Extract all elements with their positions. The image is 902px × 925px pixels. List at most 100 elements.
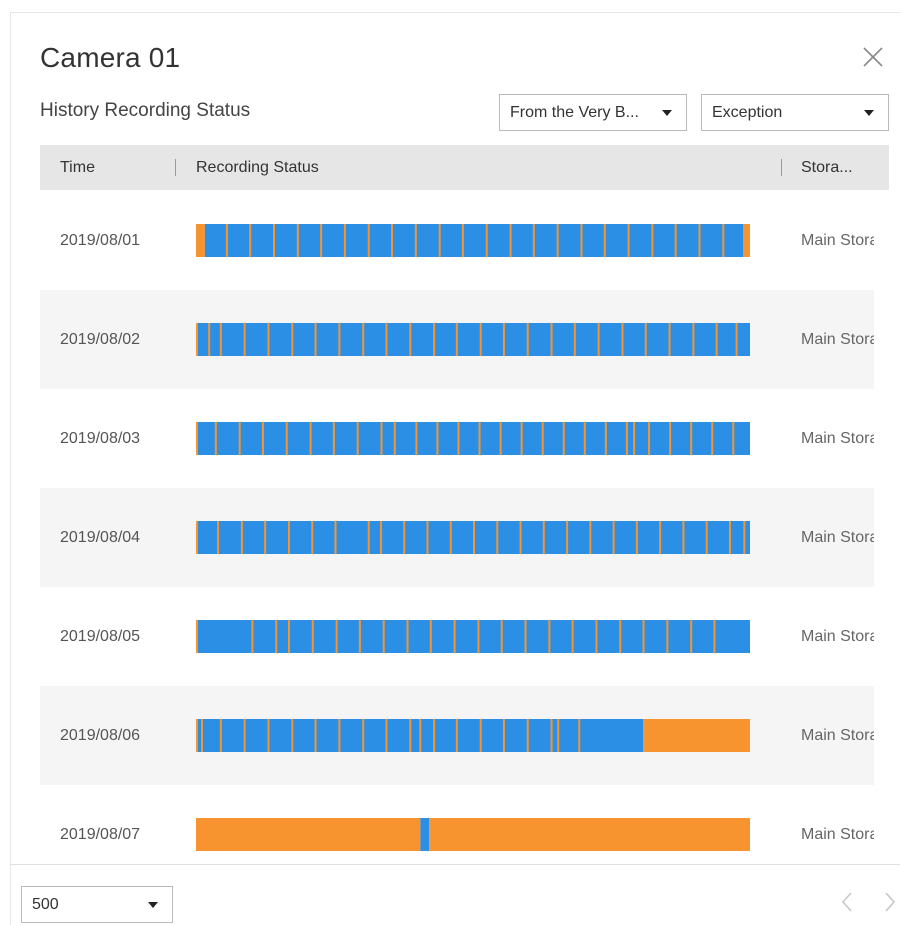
exception-marker — [415, 422, 418, 455]
exception-marker — [722, 224, 725, 257]
exception-segment — [196, 224, 205, 257]
exception-marker — [335, 620, 338, 653]
recording-timeline-bar[interactable] — [196, 422, 750, 455]
exception-marker — [496, 521, 499, 554]
row-date: 2019/08/04 — [60, 529, 141, 546]
exception-marker — [358, 620, 361, 653]
row-date: 2019/08/05 — [60, 628, 141, 645]
column-header-time[interactable]: Time — [60, 145, 95, 190]
exception-marker — [267, 719, 270, 752]
row-storage: Main Storage — [801, 430, 874, 447]
recording-timeline-bar[interactable] — [196, 818, 750, 851]
exception-marker — [414, 224, 417, 257]
row-date: 2019/08/03 — [60, 430, 141, 447]
table-row[interactable]: 2019/08/04 Main Storage — [40, 488, 874, 587]
row-storage: Main Storage — [801, 232, 874, 249]
column-header-recording-status[interactable]: Recording Status — [196, 145, 319, 190]
exception-marker — [449, 521, 452, 554]
exception-marker — [668, 323, 671, 356]
exception-marker — [562, 422, 565, 455]
exception-marker — [343, 224, 346, 257]
exception-marker — [196, 323, 198, 356]
exception-marker — [566, 521, 569, 554]
exception-marker — [502, 323, 505, 356]
row-storage: Main Storage — [801, 826, 874, 843]
exception-marker — [524, 620, 527, 653]
page-size-dropdown[interactable]: 500 — [21, 886, 173, 923]
exception-marker — [264, 521, 267, 554]
caret-down-icon — [148, 902, 158, 908]
exception-marker — [732, 422, 735, 455]
exception-marker — [711, 422, 714, 455]
exception-marker — [644, 323, 647, 356]
exception-marker — [200, 719, 203, 752]
exception-marker — [314, 719, 317, 752]
exception-marker — [196, 620, 198, 653]
exception-marker — [612, 521, 615, 554]
row-storage: Main Storage — [801, 331, 874, 348]
exception-marker — [311, 521, 314, 554]
recording-timeline-bar[interactable] — [196, 719, 750, 752]
column-divider[interactable] — [781, 159, 782, 176]
table-body: 2019/08/01 Main Storage 2019/08/02 Main Sto… — [40, 191, 874, 863]
table-row[interactable]: 2019/08/02 Main Storage — [40, 290, 874, 389]
exception-marker — [659, 521, 662, 554]
exception-marker — [669, 422, 672, 455]
exception-marker — [285, 422, 288, 455]
exception-marker — [666, 620, 669, 653]
exception-marker — [433, 719, 436, 752]
time-range-dropdown[interactable]: From the Very B... — [499, 94, 687, 131]
exception-marker — [627, 224, 630, 257]
exception-marker — [249, 224, 252, 257]
table-row[interactable]: 2019/08/07 Main Storage — [40, 785, 874, 863]
next-page-button[interactable] — [878, 888, 902, 916]
exception-marker — [196, 422, 198, 455]
exception-marker — [635, 521, 638, 554]
exception-marker — [225, 224, 228, 257]
column-header-storage[interactable]: Stora... — [801, 145, 853, 190]
exception-marker — [589, 521, 592, 554]
exception-marker — [674, 224, 677, 257]
exception-marker — [243, 719, 246, 752]
row-storage: Main Storage — [801, 529, 874, 546]
exception-marker — [267, 323, 270, 356]
exception-marker — [429, 620, 432, 653]
exception-marker — [251, 620, 254, 653]
recording-segment — [196, 323, 750, 356]
exception-segment — [743, 224, 750, 257]
exception-marker — [583, 422, 586, 455]
row-date: 2019/08/01 — [60, 232, 141, 249]
exception-marker — [196, 521, 198, 554]
table-row[interactable]: 2019/08/03 Main Storage — [40, 389, 874, 488]
table-row[interactable]: 2019/08/01 Main Storage — [40, 191, 874, 290]
exception-marker — [238, 422, 241, 455]
exception-marker — [603, 224, 606, 257]
column-divider[interactable] — [175, 159, 176, 176]
exception-marker — [619, 620, 622, 653]
exception-segment — [429, 818, 750, 851]
table-row[interactable]: 2019/08/05 Main Storage — [40, 587, 874, 686]
exception-marker — [453, 620, 456, 653]
recording-segment — [196, 422, 750, 455]
exception-marker — [690, 422, 693, 455]
exception-marker — [457, 422, 460, 455]
close-button[interactable] — [858, 42, 888, 72]
recording-timeline-bar[interactable] — [196, 620, 750, 653]
recording-timeline-bar[interactable] — [196, 521, 750, 554]
status-type-dropdown[interactable]: Exception — [701, 94, 889, 131]
exception-marker — [597, 323, 600, 356]
table-row[interactable]: 2019/08/06 Main Storage — [40, 686, 874, 785]
recording-timeline-bar[interactable] — [196, 323, 750, 356]
page-size-value: 500 — [32, 896, 59, 913]
caret-down-icon — [864, 110, 874, 116]
exception-segment — [196, 818, 421, 851]
close-icon — [863, 47, 883, 67]
footer-divider — [10, 864, 900, 865]
exception-marker — [311, 620, 314, 653]
recording-timeline-bar[interactable] — [196, 224, 750, 257]
exception-marker — [455, 719, 458, 752]
previous-page-button[interactable] — [836, 888, 860, 916]
exception-marker — [380, 422, 383, 455]
exception-marker — [682, 521, 685, 554]
exception-marker — [550, 719, 553, 752]
